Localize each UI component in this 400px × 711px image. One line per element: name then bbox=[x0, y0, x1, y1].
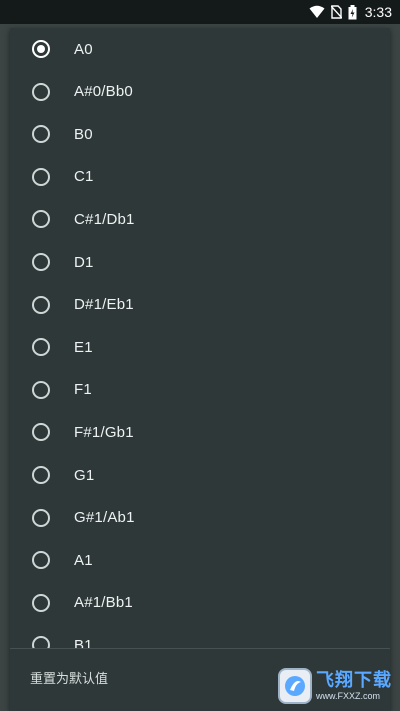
reset-to-default-button[interactable]: 重置为默认值 bbox=[30, 667, 108, 691]
option-label: B1 bbox=[74, 636, 93, 648]
option-item[interactable]: B1 bbox=[10, 624, 390, 648]
no-sim-icon bbox=[330, 5, 342, 19]
note-selection-dialog: A0 A#0/Bb0 B0 C1 C#1/Db1 D1 D#1/Eb1 E1 F1 F#1/Gb1… bbox=[10, 28, 390, 711]
watermark-title: 飞翔下载 bbox=[316, 670, 392, 690]
radio-unchecked-icon[interactable] bbox=[32, 508, 50, 527]
option-label: C1 bbox=[74, 168, 94, 186]
option-label: D#1/Eb1 bbox=[74, 296, 134, 314]
option-label: F#1/Gb1 bbox=[74, 423, 134, 441]
option-item[interactable]: G#1/Ab1 bbox=[10, 497, 390, 539]
option-label: E1 bbox=[74, 338, 93, 356]
option-label: A#0/Bb0 bbox=[74, 83, 133, 101]
option-label: A0 bbox=[74, 40, 93, 58]
radio-unchecked-icon[interactable] bbox=[32, 551, 50, 570]
watermark: 飞翔下载 www.FXXZ.com bbox=[278, 664, 396, 708]
battery-charging-icon bbox=[348, 4, 357, 20]
option-item[interactable]: G1 bbox=[10, 454, 390, 496]
status-bar: 3:33 bbox=[0, 0, 400, 24]
radio-unchecked-icon[interactable] bbox=[32, 295, 50, 314]
radio-checked-icon[interactable] bbox=[32, 40, 50, 58]
option-item[interactable]: A#0/Bb0 bbox=[10, 71, 390, 113]
option-item[interactable]: B0 bbox=[10, 113, 390, 155]
radio-unchecked-icon[interactable] bbox=[32, 636, 50, 648]
radio-unchecked-icon[interactable] bbox=[32, 210, 50, 229]
option-label: A#1/Bb1 bbox=[74, 594, 133, 612]
radio-unchecked-icon[interactable] bbox=[32, 466, 50, 484]
radio-unchecked-icon[interactable] bbox=[32, 380, 50, 399]
option-item[interactable]: A1 bbox=[10, 539, 390, 581]
option-label: F1 bbox=[74, 381, 92, 399]
option-label: A1 bbox=[74, 551, 93, 569]
option-item[interactable]: C1 bbox=[10, 156, 390, 198]
option-label: D1 bbox=[74, 253, 94, 271]
option-label: C#1/Db1 bbox=[74, 210, 135, 228]
option-item[interactable]: E1 bbox=[10, 326, 390, 368]
option-list[interactable]: A0 A#0/Bb0 B0 C1 C#1/Db1 D1 D#1/Eb1 E1 F1 F#1/Gb1… bbox=[10, 28, 390, 648]
radio-unchecked-icon[interactable] bbox=[32, 253, 50, 271]
option-item[interactable]: C#1/Db1 bbox=[10, 198, 390, 240]
option-item[interactable]: D#1/Eb1 bbox=[10, 284, 390, 326]
option-item[interactable]: A0 bbox=[10, 28, 390, 70]
option-item[interactable]: F#1/Gb1 bbox=[10, 411, 390, 453]
option-item[interactable]: F1 bbox=[10, 369, 390, 411]
radio-unchecked-icon[interactable] bbox=[32, 593, 50, 612]
option-label: G#1/Ab1 bbox=[74, 509, 135, 527]
radio-unchecked-icon[interactable] bbox=[32, 167, 50, 186]
watermark-logo-icon bbox=[278, 668, 312, 704]
option-label: G1 bbox=[74, 466, 95, 484]
option-label: B0 bbox=[74, 125, 93, 143]
watermark-text: 飞翔下载 www.FXXZ.com bbox=[316, 670, 392, 702]
status-icons: 3:33 bbox=[309, 3, 392, 21]
wifi-icon bbox=[309, 5, 325, 19]
radio-unchecked-icon[interactable] bbox=[32, 423, 50, 442]
watermark-url: www.FXXZ.com bbox=[316, 691, 381, 701]
radio-unchecked-icon[interactable] bbox=[32, 338, 50, 357]
radio-unchecked-icon[interactable] bbox=[32, 82, 50, 101]
status-time: 3:33 bbox=[364, 4, 392, 20]
option-item[interactable]: A#1/Bb1 bbox=[10, 582, 390, 624]
option-item[interactable]: D1 bbox=[10, 241, 390, 283]
radio-unchecked-icon[interactable] bbox=[32, 125, 50, 144]
